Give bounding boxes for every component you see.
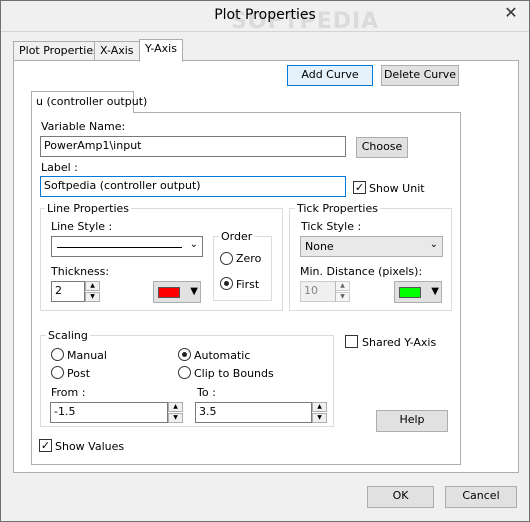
title-bar: SOFTPEDIA Plot Properties ✕ bbox=[1, 1, 529, 34]
choose-button[interactable]: Choose bbox=[356, 137, 408, 158]
ok-button[interactable]: OK bbox=[367, 486, 434, 508]
plot-properties-window: SOFTPEDIA Plot Properties ✕ Plot Propert… bbox=[0, 0, 530, 522]
spin-up-icon[interactable]: ▲ bbox=[85, 281, 100, 291]
variable-name-label: Variable Name: bbox=[41, 120, 126, 133]
shared-y-axis-label: Shared Y-Axis bbox=[362, 336, 437, 349]
window-title: Plot Properties bbox=[214, 7, 316, 23]
order-group bbox=[213, 236, 272, 301]
scaling-post-radio[interactable] bbox=[51, 366, 64, 379]
scaling-clip-radio[interactable] bbox=[178, 366, 191, 379]
show-unit-checkbox[interactable]: ✓ bbox=[353, 181, 366, 194]
variable-name-input[interactable]: PowerAmp1\input bbox=[40, 136, 346, 157]
spin-down-icon[interactable]: ▼ bbox=[312, 413, 327, 423]
dropdown-arrow-icon: ▼ bbox=[190, 286, 198, 297]
order-zero-label: Zero bbox=[236, 252, 262, 265]
show-unit-label: Show Unit bbox=[369, 182, 425, 195]
order-first-label: First bbox=[236, 278, 260, 291]
tick-properties-title: Tick Properties bbox=[295, 202, 380, 215]
order-first-radio[interactable] bbox=[220, 277, 233, 290]
radio-selected-icon bbox=[182, 352, 187, 357]
tick-style-label: Tick Style : bbox=[301, 220, 362, 233]
tab-plot-properties[interactable]: Plot Properties bbox=[13, 41, 99, 61]
dropdown-arrow-icon: ▼ bbox=[431, 286, 439, 297]
tick-style-select[interactable]: None ⌄ bbox=[300, 236, 443, 257]
scaling-manual-radio[interactable] bbox=[51, 348, 64, 361]
spin-down-icon[interactable]: ▼ bbox=[168, 413, 183, 423]
spin-down-icon[interactable]: ▼ bbox=[85, 292, 100, 302]
tick-color-button[interactable]: ▼ bbox=[394, 281, 442, 303]
close-icon[interactable]: ✕ bbox=[501, 5, 521, 23]
tab-y-axis[interactable]: Y-Axis bbox=[139, 39, 183, 62]
to-input[interactable]: 3.5 bbox=[195, 402, 312, 423]
scaling-clip-label: Clip to Bounds bbox=[194, 367, 274, 380]
chevron-down-icon: ⌄ bbox=[429, 239, 438, 250]
scaling-automatic-label: Automatic bbox=[194, 349, 251, 362]
to-stepper[interactable]: ▲ ▼ bbox=[312, 402, 327, 423]
line-properties-title: Line Properties bbox=[45, 202, 132, 215]
tick-color-swatch bbox=[399, 287, 421, 298]
spin-up-icon[interactable]: ▲ bbox=[312, 402, 327, 412]
scaling-title: Scaling bbox=[46, 329, 90, 342]
spin-up-icon[interactable]: ▲ bbox=[168, 402, 183, 412]
delete-curve-button[interactable]: Delete Curve bbox=[381, 65, 459, 86]
show-values-label: Show Values bbox=[55, 440, 125, 453]
from-label: From : bbox=[51, 386, 86, 399]
thickness-input[interactable]: 2 bbox=[51, 281, 85, 302]
shared-y-axis-checkbox[interactable] bbox=[345, 335, 358, 348]
thickness-label: Thickness: bbox=[51, 265, 110, 278]
spin-up-icon[interactable]: ▲ bbox=[335, 281, 350, 291]
add-curve-button[interactable]: Add Curve bbox=[287, 65, 373, 86]
line-color-button[interactable]: ▼ bbox=[153, 281, 201, 303]
line-style-label: Line Style : bbox=[51, 220, 113, 233]
line-color-swatch bbox=[158, 287, 180, 298]
help-button[interactable]: Help bbox=[376, 410, 448, 432]
tick-style-value: None bbox=[305, 240, 334, 253]
tab-x-axis[interactable]: X-Axis bbox=[94, 41, 140, 61]
cancel-button[interactable]: Cancel bbox=[445, 486, 517, 508]
order-title: Order bbox=[219, 230, 255, 243]
to-label: To : bbox=[197, 386, 216, 399]
label-field-label: Label : bbox=[41, 161, 78, 174]
scaling-manual-label: Manual bbox=[67, 349, 107, 362]
from-input[interactable]: -1.5 bbox=[50, 402, 168, 423]
line-style-select[interactable]: ⌄ bbox=[51, 236, 203, 257]
thickness-stepper[interactable]: ▲ ▼ bbox=[85, 281, 100, 302]
scaling-automatic-radio[interactable] bbox=[178, 348, 191, 361]
radio-selected-icon bbox=[224, 281, 229, 286]
min-distance-label: Min. Distance (pixels): bbox=[300, 265, 423, 278]
from-stepper[interactable]: ▲ ▼ bbox=[168, 402, 183, 423]
label-input[interactable]: Softpedia (controller output) bbox=[40, 176, 346, 197]
chevron-down-icon: ⌄ bbox=[189, 239, 198, 250]
line-style-sample bbox=[57, 247, 182, 248]
curve-tab[interactable]: u (controller output) bbox=[31, 91, 147, 113]
min-distance-input[interactable]: 10 bbox=[300, 281, 336, 302]
spin-down-icon[interactable]: ▼ bbox=[335, 292, 350, 302]
show-values-checkbox[interactable]: ✓ bbox=[39, 439, 52, 452]
scaling-post-label: Post bbox=[67, 367, 91, 380]
order-zero-radio[interactable] bbox=[220, 252, 233, 265]
min-distance-stepper[interactable]: ▲ ▼ bbox=[335, 281, 350, 302]
